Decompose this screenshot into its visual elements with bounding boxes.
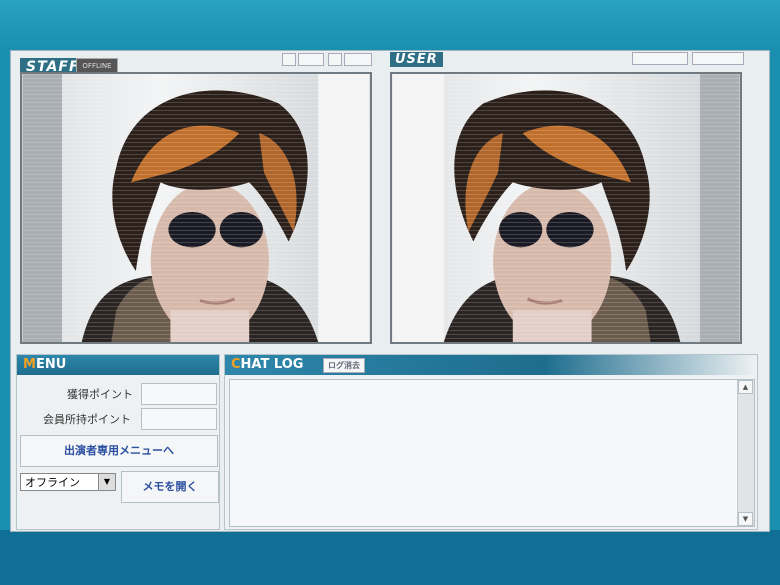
menu-title: MENU xyxy=(17,355,219,375)
bottom-band xyxy=(0,530,780,585)
user-control-button-1[interactable] xyxy=(632,52,688,65)
speaker-toggle[interactable] xyxy=(344,53,372,66)
earned-points-label: 獲得ポイント xyxy=(67,388,133,401)
chevron-down-icon[interactable]: ▼ xyxy=(98,474,115,490)
earned-points-field xyxy=(141,383,217,405)
open-memo-button[interactable]: メモを開く xyxy=(121,471,219,503)
scroll-down-icon[interactable]: ▼ xyxy=(738,512,753,526)
chat-panel: CHAT LOG ログ消去 ▲ ▼ xyxy=(224,354,758,530)
performer-menu-button[interactable]: 出演者専用メニューへ xyxy=(20,435,218,467)
video-scanlines xyxy=(22,74,370,342)
chat-title: CHAT LOG ログ消去 xyxy=(225,355,757,375)
member-points-label: 会員所持ポイント xyxy=(43,413,131,426)
top-band xyxy=(0,0,780,50)
staff-video xyxy=(20,72,372,344)
chat-scrollbar[interactable]: ▲ ▼ xyxy=(737,380,754,526)
user-control-button-2[interactable] xyxy=(692,52,744,65)
speaker-icon[interactable] xyxy=(328,53,342,66)
menu-panel: MENU 獲得ポイント 会員所持ポイント 出演者専用メニューへ オフライン ▼ … xyxy=(16,354,220,530)
scroll-up-icon[interactable]: ▲ xyxy=(738,380,753,394)
camera-icon[interactable] xyxy=(282,53,296,66)
video-scanlines xyxy=(392,74,740,342)
status-select[interactable]: オフライン ▼ xyxy=(20,473,116,491)
status-select-value: オフライン xyxy=(25,476,80,489)
user-video xyxy=(390,72,742,344)
user-label: USER xyxy=(390,52,443,67)
chat-log-area[interactable]: ▲ ▼ xyxy=(229,379,755,527)
clear-log-button[interactable]: ログ消去 xyxy=(323,358,365,373)
camera-toggle[interactable] xyxy=(298,53,324,66)
member-points-field xyxy=(141,408,217,430)
